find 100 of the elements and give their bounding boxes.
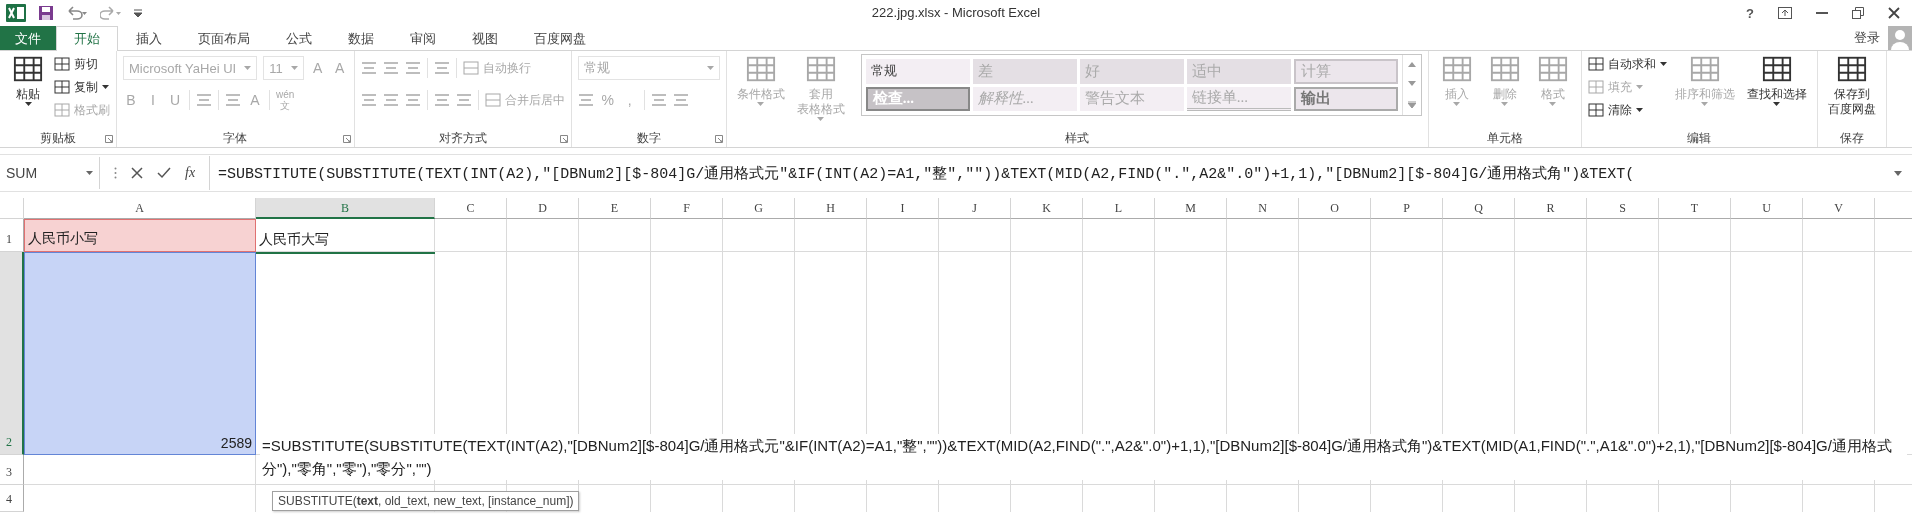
table-cell-text: 人民币大写 bbox=[258, 230, 330, 249]
grid-icon bbox=[1587, 102, 1604, 118]
grid-icon bbox=[1537, 54, 1568, 84]
grid-icon bbox=[484, 92, 501, 108]
restore-icon[interactable] bbox=[1852, 7, 1864, 19]
redo-icon[interactable] bbox=[100, 6, 122, 20]
column-header[interactable]: R bbox=[1515, 198, 1587, 219]
resize-handle-icon[interactable] bbox=[114, 167, 117, 179]
column-header[interactable]: H bbox=[795, 198, 867, 219]
column-header[interactable]: V bbox=[1803, 198, 1875, 219]
dialog-launcher-icon[interactable] bbox=[105, 135, 113, 143]
cell-style-option[interactable]: 输出 bbox=[1293, 86, 1398, 111]
ribbon-button[interactable]: 复制 bbox=[54, 77, 110, 97]
dialog-launcher-icon[interactable] bbox=[714, 135, 723, 143]
row-header[interactable]: 3 bbox=[0, 455, 24, 485]
column-header[interactable]: J bbox=[939, 198, 1011, 219]
file-tab[interactable]: 文件 bbox=[0, 26, 56, 50]
table-cell: 2589 bbox=[24, 252, 256, 455]
avatar-icon[interactable] bbox=[1888, 26, 1912, 50]
group-label: 数字 bbox=[636, 130, 661, 147]
column-header[interactable]: G bbox=[723, 198, 795, 219]
column-header[interactable]: I bbox=[867, 198, 939, 219]
ribbon-tab[interactable]: 视图 bbox=[454, 26, 516, 50]
ribbon-tab[interactable]: 插入 bbox=[118, 26, 180, 50]
column-header[interactable]: Q bbox=[1443, 198, 1515, 219]
ribbon-display-icon[interactable] bbox=[1778, 7, 1792, 19]
ribbon-button[interactable]: 清除 bbox=[1587, 100, 1667, 120]
table-cell: 人民币小写 bbox=[24, 219, 256, 252]
dialog-launcher-icon[interactable] bbox=[342, 135, 351, 143]
ribbon-button[interactable]: 自动求和 bbox=[1587, 54, 1667, 74]
ribbon-tab[interactable]: 开始 bbox=[56, 26, 118, 51]
column-header[interactable]: T bbox=[1659, 198, 1731, 219]
group-label: 单元格 bbox=[1486, 130, 1523, 147]
grid-icon bbox=[1836, 54, 1867, 84]
cell-editor-field[interactable]: =SUBSTITUTE(SUBSTITUTE(TEXT(INT(A2),"[DBNum2][$-804]G/通用格式元"&IF(INT(A2)=A1,"整",""))&TEXT(MID(A2,FIND(".",A2&".0")+1,1),"[DBNum2][$-804]G/通用格式角")&TEXT(MID(A1,FIND(".",A1&".0")+2,1),"[DBNum2][$-804]G/通用格式分"),"零角","零"),"零分","") bbox=[260, 434, 1907, 480]
grid-icon bbox=[1587, 56, 1604, 72]
insert-function-button[interactable]: fx bbox=[185, 165, 196, 181]
scroll-down-icon[interactable] bbox=[1407, 81, 1416, 87]
cancel-icon[interactable] bbox=[131, 167, 143, 179]
undo-icon[interactable] bbox=[66, 6, 88, 20]
ribbon-button[interactable]: 查找和选择 bbox=[1742, 54, 1811, 106]
ribbon-tab[interactable]: 公式 bbox=[268, 26, 330, 50]
column-header[interactable]: N bbox=[1227, 198, 1299, 219]
ribbon-button[interactable]: 粘贴 bbox=[6, 54, 50, 106]
scroll-up-icon[interactable] bbox=[1407, 62, 1416, 68]
caret-icon bbox=[706, 66, 714, 70]
column-header[interactable]: O bbox=[1299, 198, 1371, 219]
caret-icon bbox=[290, 66, 298, 70]
grid-icon bbox=[745, 54, 776, 84]
grid-icon bbox=[1441, 54, 1472, 84]
customize-caret-icon[interactable] bbox=[134, 9, 142, 17]
help-button[interactable]: ? bbox=[1746, 5, 1754, 21]
window-title: 222.jpg.xlsx - Microsoft Excel bbox=[871, 5, 1041, 20]
formula-field[interactable]: =SUBSTITUTE(SUBSTITUTE(TEXT(INT(A2),"[DBNum2][$-804]G/通用格式元"&IF(INT(A2)=A1,"整",""))&TEXT(MID(A2,FIND(".",A2&".0")+1,1),"[DBNum2][$-804]G/通用格式角")&TEXT( bbox=[209, 156, 1880, 190]
ribbon-button[interactable]: 保存到 百度网盘 bbox=[1823, 54, 1880, 117]
column-header[interactable]: B bbox=[256, 198, 435, 219]
grid-icon bbox=[54, 102, 70, 118]
grid-icon bbox=[1761, 54, 1792, 84]
caret-icon bbox=[86, 171, 93, 175]
row-header[interactable]: 4 bbox=[0, 485, 24, 512]
group-label: 保存 bbox=[1839, 130, 1864, 147]
group-label: 剪贴板 bbox=[40, 130, 76, 147]
column-header[interactable]: K bbox=[1011, 198, 1083, 219]
grid-icon bbox=[13, 54, 43, 84]
grid-icon bbox=[1489, 54, 1520, 84]
row-header[interactable]: 2 bbox=[0, 252, 24, 455]
save-icon[interactable] bbox=[38, 5, 54, 21]
column-header[interactable]: L bbox=[1083, 198, 1155, 219]
column-header[interactable]: D bbox=[507, 198, 579, 219]
grid-icon bbox=[1689, 54, 1720, 84]
function-tooltip: SUBSTITUTE(text, old_text, new_text, [instance_num]) bbox=[272, 491, 580, 511]
column-header[interactable]: E bbox=[579, 198, 651, 219]
caret-icon bbox=[244, 66, 252, 70]
select-all-corner[interactable] bbox=[0, 198, 24, 219]
grid-icon bbox=[1587, 79, 1604, 95]
group-label: 对齐方式 bbox=[438, 130, 487, 147]
column-header[interactable]: M bbox=[1155, 198, 1227, 219]
ribbon-tab[interactable]: 百度网盘 bbox=[516, 26, 604, 50]
column-header[interactable]: U bbox=[1731, 198, 1803, 219]
more-icon[interactable] bbox=[1407, 100, 1416, 108]
column-header[interactable]: C bbox=[435, 198, 507, 219]
sign-in-link[interactable]: 登录 bbox=[1846, 26, 1888, 50]
column-header[interactable]: P bbox=[1371, 198, 1443, 219]
expand-icon[interactable] bbox=[1894, 170, 1902, 176]
close-icon[interactable] bbox=[1888, 7, 1900, 19]
ribbon-tab[interactable]: 数据 bbox=[330, 26, 392, 50]
ribbon-button[interactable]: 剪切 bbox=[54, 54, 110, 74]
grid-icon bbox=[54, 79, 70, 95]
ribbon-tab[interactable]: 页面布局 bbox=[180, 26, 268, 50]
column-header[interactable]: F bbox=[651, 198, 723, 219]
group-label: 样式 bbox=[1065, 130, 1090, 147]
name-box[interactable]: SUM bbox=[0, 157, 100, 189]
group-label: 字体 bbox=[223, 130, 248, 147]
enter-icon[interactable] bbox=[157, 167, 171, 179]
column-header[interactable]: S bbox=[1587, 198, 1659, 219]
cell-style-option[interactable]: 常规 bbox=[865, 59, 970, 84]
grid-icon bbox=[462, 60, 479, 76]
grid-icon bbox=[54, 56, 70, 72]
ribbon-tab[interactable]: 审阅 bbox=[392, 26, 454, 50]
dialog-launcher-icon[interactable] bbox=[559, 135, 568, 143]
